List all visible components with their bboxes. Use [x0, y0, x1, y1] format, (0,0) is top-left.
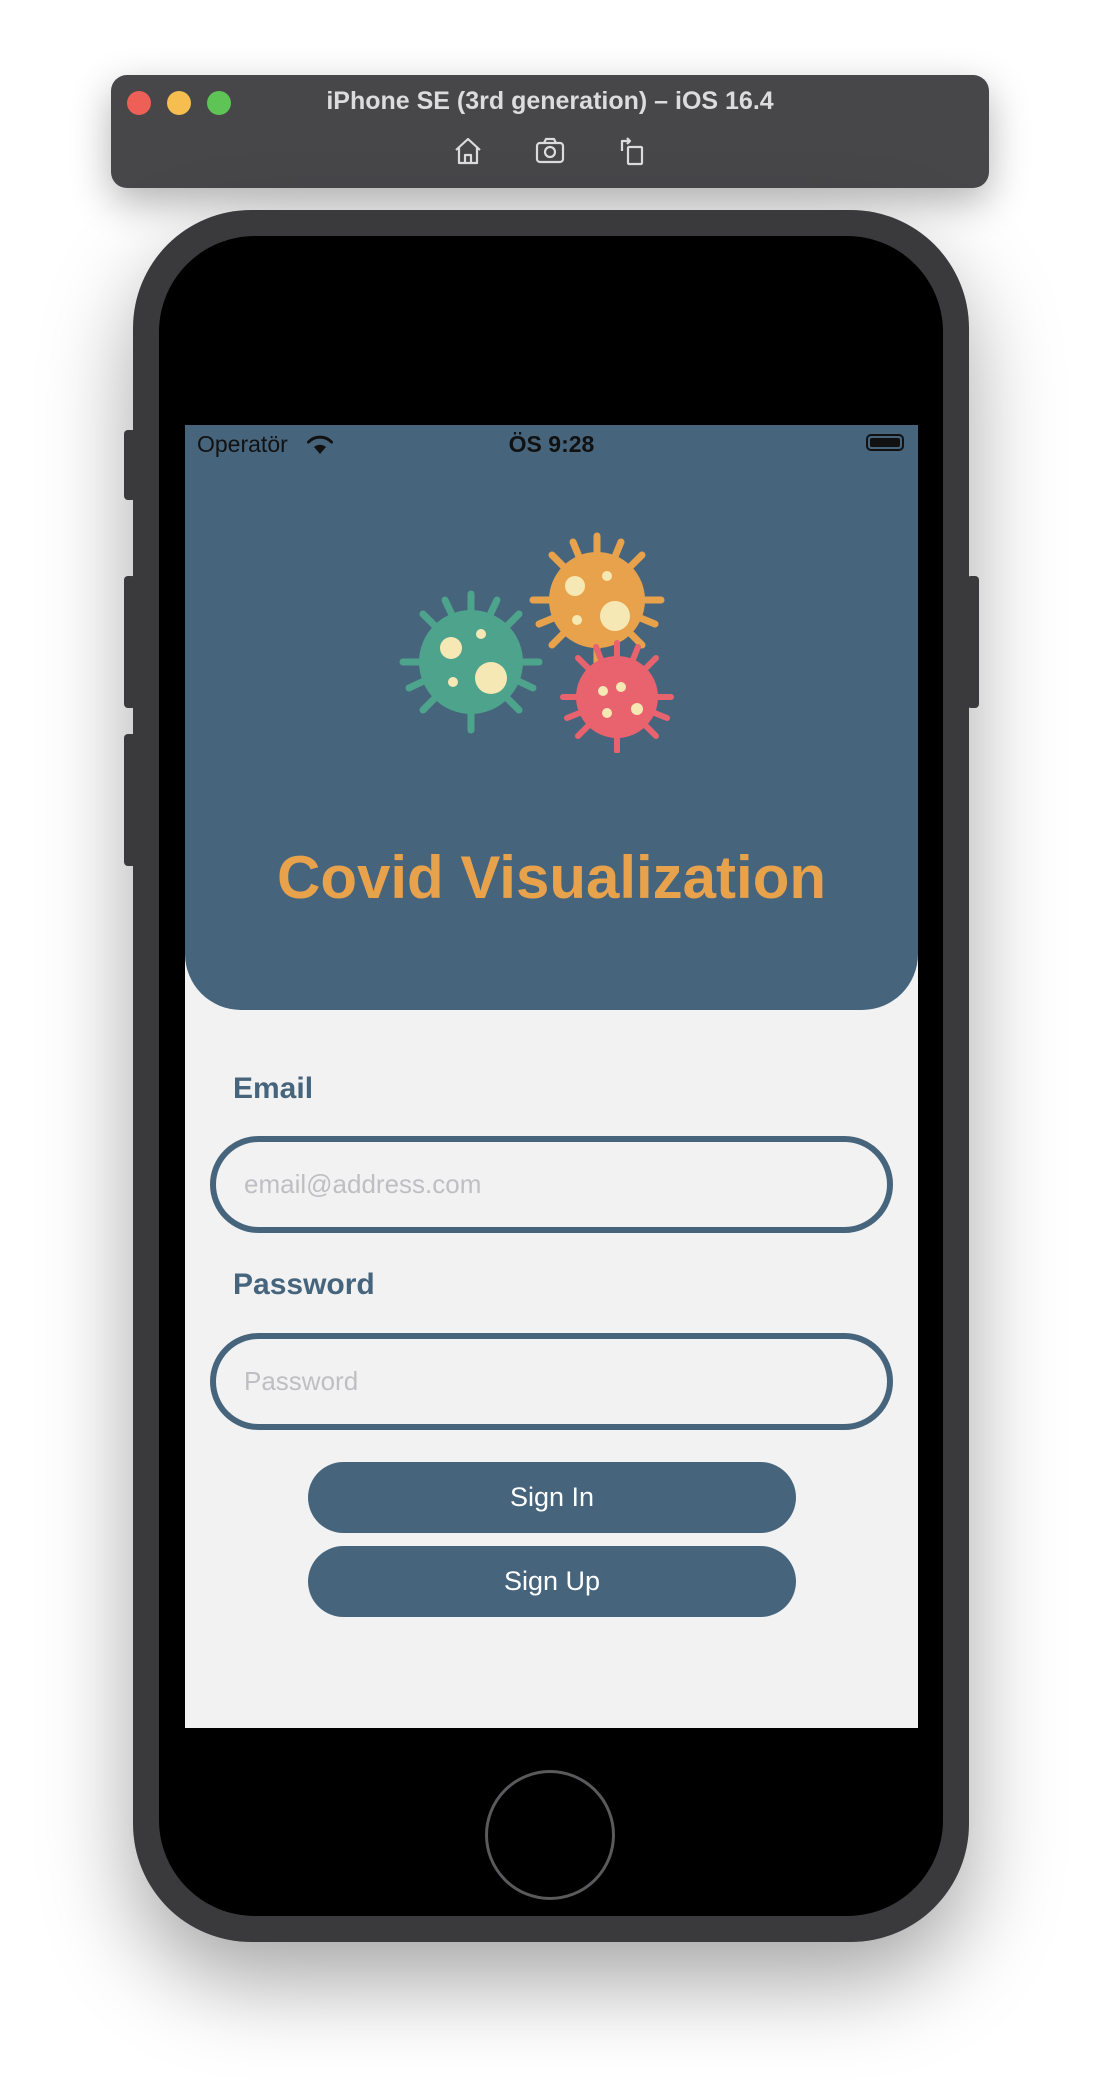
- sign-in-button[interactable]: Sign In: [308, 1462, 796, 1533]
- status-time: ÖS 9:28: [508, 431, 595, 457]
- status-bar: Operatör ÖS 9:28: [185, 425, 918, 465]
- simulator-title: iPhone SE (3rd generation) – iOS 16.4: [326, 87, 774, 115]
- simulator-title-bar: iPhone SE (3rd generation) – iOS 16.4: [111, 75, 989, 188]
- app-screen: Operatör ÖS 9:28 Covid Visualization Ema…: [185, 425, 918, 1728]
- home-icon[interactable]: [450, 133, 486, 169]
- password-field[interactable]: [210, 1333, 893, 1430]
- email-field[interactable]: [210, 1136, 893, 1233]
- email-label: Email: [233, 1072, 314, 1105]
- simulator-toolbar: [111, 133, 989, 171]
- battery-icon: [866, 434, 904, 451]
- app-title: Covid Visualization: [277, 844, 826, 911]
- home-button[interactable]: [485, 1770, 615, 1900]
- virus-icon: [399, 532, 674, 753]
- screenshot-icon[interactable]: [532, 133, 568, 169]
- app-header: Operatör ÖS 9:28 Covid Visualization: [185, 425, 918, 1010]
- password-label: Password: [233, 1268, 375, 1301]
- rotate-icon[interactable]: [614, 133, 650, 169]
- sign-up-button[interactable]: Sign Up: [308, 1546, 796, 1617]
